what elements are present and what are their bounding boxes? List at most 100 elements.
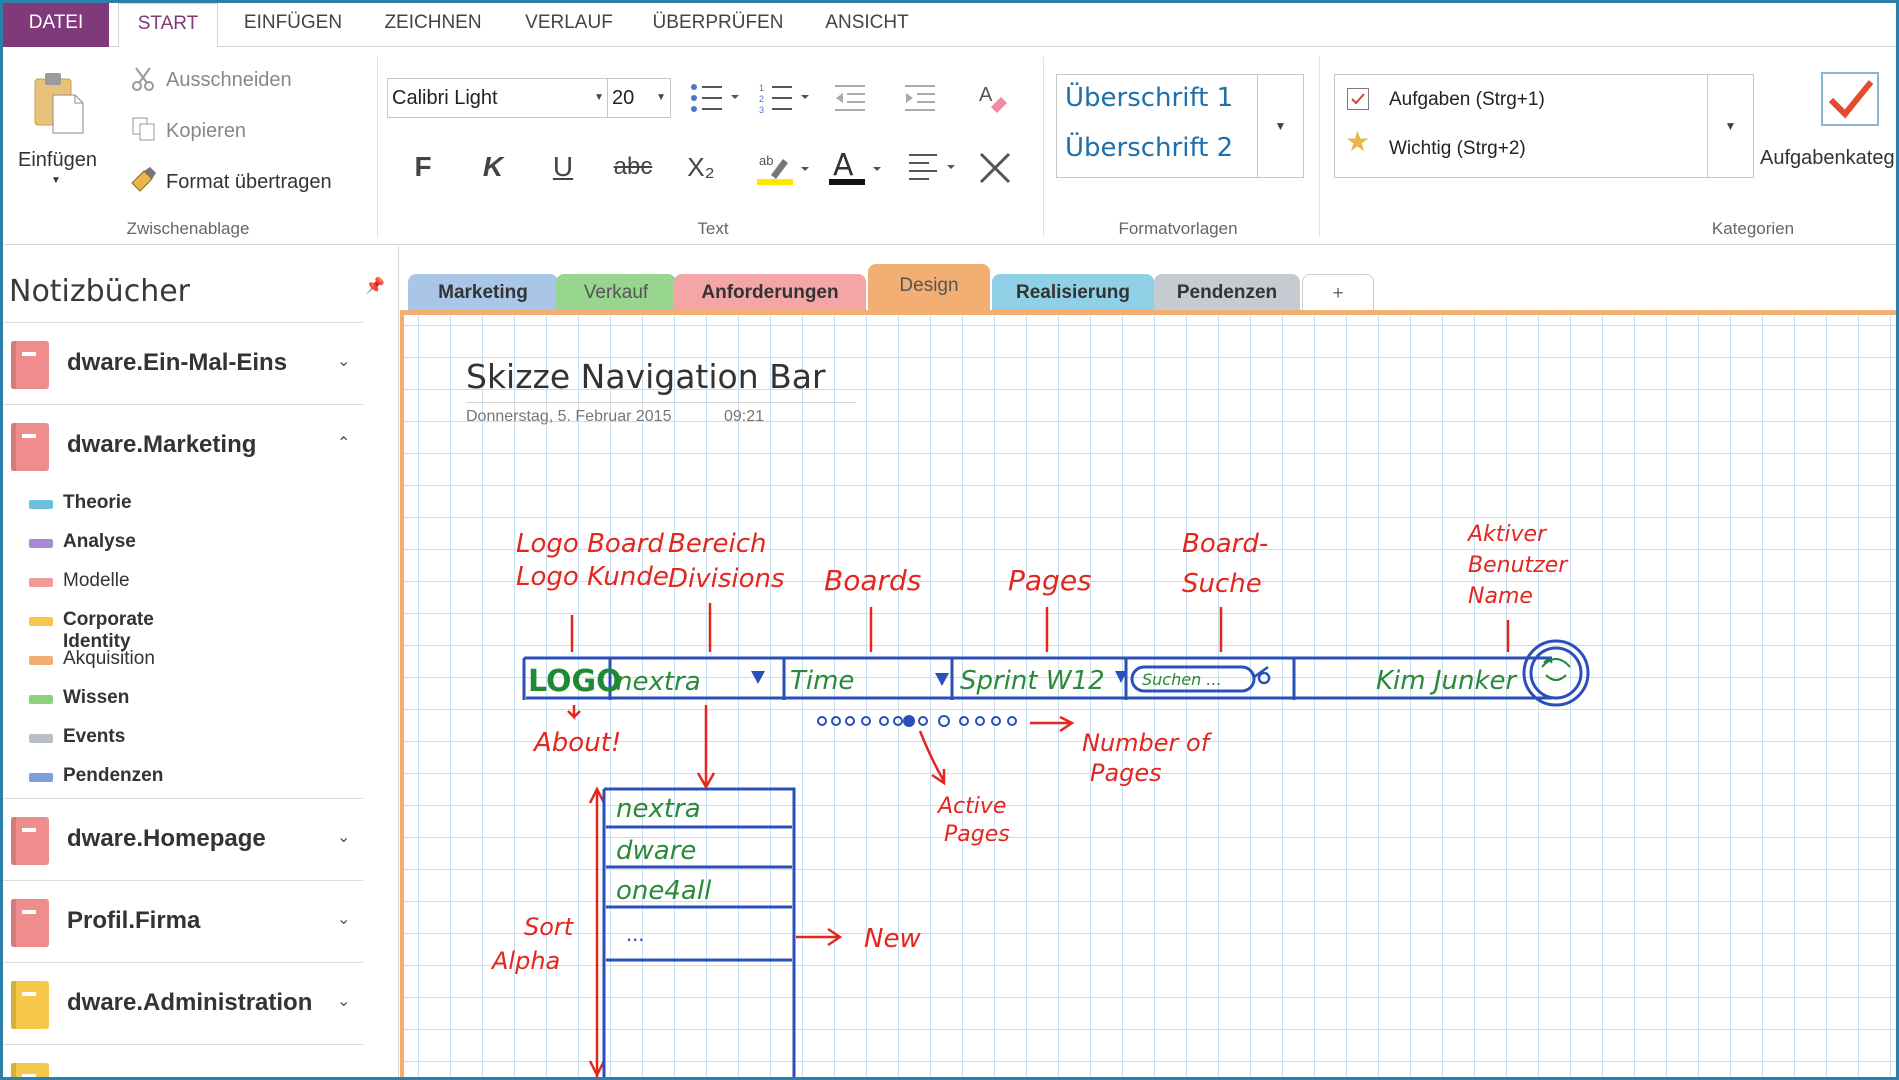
chevron-down-icon: ▼ bbox=[656, 92, 666, 103]
ribbon-tab-bar: DATEI START EINFÜGEN ZEICHNEN VERLAUF ÜB… bbox=[3, 3, 1896, 48]
chevron-down-icon[interactable]: ▼ bbox=[1257, 75, 1303, 177]
add-section-button[interactable]: + bbox=[1302, 274, 1374, 312]
tab-datei[interactable]: DATEI bbox=[3, 3, 109, 47]
label-suche: Suche bbox=[1182, 569, 1262, 599]
chevron-down-icon[interactable]: ▼ bbox=[1707, 75, 1753, 177]
subscript-button[interactable]: X₂ bbox=[673, 139, 729, 195]
notebook-label: dware.Ein-Mal-Eins bbox=[67, 349, 288, 376]
section-color-icon bbox=[29, 773, 53, 782]
label-new: New bbox=[864, 924, 921, 954]
notebook-item[interactable]: dware.Marketing ⌃ bbox=[3, 404, 363, 484]
copy-button[interactable]: Kopieren bbox=[166, 120, 246, 143]
label-aktiver: Aktiver bbox=[1466, 522, 1548, 547]
notebook-item[interactable]: Profil.Firma ⌄ bbox=[3, 880, 363, 960]
svg-text:3: 3 bbox=[759, 105, 764, 115]
tags-gallery[interactable]: Aufgaben (Strg+1) ★ Wichtig (Strg+2) ▼ bbox=[1334, 74, 1754, 178]
tag-tasks[interactable]: Aufgaben (Strg+1) bbox=[1389, 89, 1545, 111]
delete-icon[interactable] bbox=[977, 151, 1013, 190]
section-label: Theorie bbox=[63, 492, 132, 513]
chevron-down-icon[interactable]: ⌄ bbox=[337, 909, 350, 929]
group-label-styles: Formatvorlagen bbox=[1118, 219, 1238, 238]
ribbon: Einfügen ▼ Ausschneiden Kopieren Format … bbox=[3, 47, 1896, 245]
avatar-icon bbox=[1541, 658, 1571, 681]
section-tab-verkauf[interactable]: Verkauf bbox=[556, 274, 676, 312]
tab-ansicht[interactable]: ANSICHT bbox=[811, 3, 923, 47]
scissors-icon bbox=[130, 65, 158, 98]
format-painter-button[interactable]: Format übertragen bbox=[166, 171, 332, 194]
chevron-down-icon: ▼ bbox=[594, 92, 604, 103]
tab-verlauf[interactable]: VERLAUF bbox=[513, 3, 625, 47]
section-label: Pendenzen bbox=[63, 765, 164, 786]
star-icon: ★ bbox=[1345, 126, 1371, 157]
page-canvas[interactable]: Skizze Navigation Bar Donnerstag, 5. Feb… bbox=[400, 310, 1896, 1077]
tab-start[interactable]: START bbox=[118, 3, 218, 48]
align-icon[interactable] bbox=[907, 151, 959, 190]
section-label: Analyse bbox=[63, 531, 136, 552]
chevron-up-icon[interactable]: ⌃ bbox=[337, 433, 350, 453]
notebook-icon bbox=[11, 817, 49, 865]
outdent-icon[interactable] bbox=[833, 83, 867, 118]
pin-icon[interactable]: 📌 bbox=[365, 276, 385, 296]
format-painter-icon bbox=[128, 165, 158, 200]
section-tab-anforderungen[interactable]: Anforderungen bbox=[674, 274, 866, 312]
notebook-item[interactable]: dware.Administration ⌄ bbox=[3, 962, 363, 1042]
font-name-combo[interactable]: Calibri Light ▼ bbox=[387, 78, 609, 118]
group-label-clipboard: Zwischenablage bbox=[126, 219, 250, 238]
label-number-of: Number of bbox=[1082, 729, 1213, 757]
notebook-item-partial[interactable] bbox=[3, 1044, 363, 1077]
section-color-icon bbox=[29, 734, 53, 743]
section-label: Modelle bbox=[63, 570, 130, 591]
paste-dropdown-icon[interactable]: ▼ bbox=[51, 175, 61, 186]
label-sort: Sort bbox=[524, 913, 575, 941]
underline-button[interactable]: U bbox=[535, 139, 591, 195]
font-size-combo[interactable]: 20 ▼ bbox=[607, 78, 671, 118]
section-tab-marketing[interactable]: Marketing bbox=[408, 274, 558, 312]
notebook-item[interactable]: dware.Homepage ⌄ bbox=[3, 798, 363, 878]
separator bbox=[1043, 57, 1044, 237]
label-logo-kunde: Logo Kunde bbox=[516, 562, 669, 592]
highlight-icon[interactable]: ab bbox=[757, 151, 813, 192]
section-label: Events bbox=[63, 726, 126, 747]
section-color-icon bbox=[29, 617, 53, 626]
chevron-down-icon[interactable]: ⌄ bbox=[337, 827, 350, 847]
notebook-icon bbox=[11, 1063, 49, 1077]
cut-button[interactable]: Ausschneiden bbox=[166, 69, 292, 92]
section-color-icon bbox=[29, 656, 53, 665]
bold-button[interactable]: F bbox=[395, 139, 451, 195]
section-tab-pendenzen[interactable]: Pendenzen bbox=[1154, 274, 1300, 312]
task-check-icon[interactable] bbox=[1821, 72, 1879, 126]
numbering-icon[interactable]: 123 bbox=[759, 81, 811, 120]
style-heading-1[interactable]: Überschrift 1 bbox=[1065, 83, 1233, 113]
notebook-item[interactable]: dware.Ein-Mal-Eins ⌄ bbox=[3, 322, 363, 402]
styles-gallery[interactable]: Überschrift 1 Überschrift 2 ▼ bbox=[1056, 74, 1304, 178]
tab-zeichnen[interactable]: ZEICHNEN bbox=[369, 3, 497, 47]
bar-search: Suchen ... bbox=[1142, 670, 1222, 689]
tag-important[interactable]: Wichtig (Strg+2) bbox=[1389, 138, 1526, 160]
paste-icon[interactable] bbox=[31, 67, 87, 137]
paste-button[interactable]: Einfügen bbox=[18, 149, 97, 172]
task-categories-label[interactable]: Aufgabenkateg bbox=[1760, 147, 1895, 170]
clear-formatting-icon[interactable]: A bbox=[975, 79, 1011, 120]
italic-button[interactable]: K bbox=[465, 139, 521, 195]
chevron-down-icon[interactable]: ⌄ bbox=[337, 351, 350, 371]
notebook-label: Profil.Firma bbox=[67, 907, 201, 934]
bar-nextra: nextra bbox=[616, 667, 701, 697]
notebook-label: dware.Homepage bbox=[67, 825, 266, 852]
list-item-nextra: nextra bbox=[616, 794, 701, 824]
logo-text: LOGO bbox=[528, 664, 622, 699]
bullets-icon[interactable] bbox=[689, 81, 741, 120]
label-pages: Pages bbox=[1008, 564, 1092, 597]
chevron-down-icon[interactable]: ⌄ bbox=[337, 991, 350, 1011]
font-color-icon[interactable]: A bbox=[829, 147, 885, 192]
strikethrough-button[interactable]: abc bbox=[605, 139, 661, 195]
indent-icon[interactable] bbox=[903, 83, 937, 118]
label-about: About! bbox=[532, 728, 621, 758]
svg-text:A: A bbox=[833, 148, 854, 183]
section-tab-realisierung[interactable]: Realisierung bbox=[992, 274, 1154, 312]
section-tab-design[interactable]: Design bbox=[868, 264, 990, 312]
style-heading-2[interactable]: Überschrift 2 bbox=[1065, 133, 1233, 163]
svg-text:2: 2 bbox=[759, 94, 764, 104]
tab-ueberpruefen[interactable]: ÜBERPRÜFEN bbox=[643, 3, 793, 47]
label-boards: Boards bbox=[824, 564, 921, 597]
tab-einfuegen[interactable]: EINFÜGEN bbox=[229, 3, 357, 47]
